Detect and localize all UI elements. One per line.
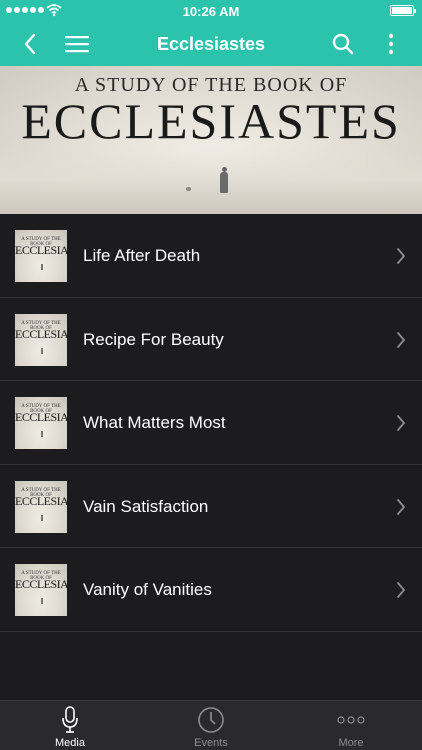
sermon-thumbnail: A STUDY OF THE BOOK OF ECCLESIASTES xyxy=(15,480,67,533)
sermon-thumbnail: A STUDY OF THE BOOK OF ECCLESIASTES xyxy=(15,230,67,282)
microphone-icon xyxy=(62,706,78,733)
tab-media-label: Media xyxy=(55,737,85,749)
hamburger-icon xyxy=(65,36,89,53)
tab-media[interactable]: Media xyxy=(0,701,140,750)
tab-more-label: More xyxy=(338,737,364,749)
search-button[interactable] xyxy=(326,22,360,66)
chevron-right-icon xyxy=(397,415,406,432)
list-item-label: Recipe For Beauty xyxy=(83,329,224,349)
list-item[interactable]: A STUDY OF THE BOOK OF ECCLESIASTES Reci… xyxy=(0,298,422,382)
series-banner: A STUDY OF THE BOOK OF ECCLESIASTES xyxy=(0,66,422,214)
list-item[interactable]: A STUDY OF THE BOOK OF ECCLESIASTES What… xyxy=(0,381,422,465)
list-item[interactable]: A STUDY OF THE BOOK OF ECCLESIASTES Vain… xyxy=(0,465,422,549)
navigation-bar: Ecclesiastes xyxy=(0,22,422,66)
banner-title: ECCLESIASTES xyxy=(21,93,401,149)
status-time: 10:26 AM xyxy=(182,4,240,19)
list-item-label: Life After Death xyxy=(83,246,201,265)
sermon-thumbnail: A STUDY OF THE BOOK OF ECCLESIASTES xyxy=(15,564,67,617)
chevron-right-icon xyxy=(397,498,406,515)
chevron-left-icon xyxy=(24,33,36,55)
walking-figure xyxy=(219,167,229,193)
chevron-right-icon xyxy=(397,248,406,264)
tab-bar: Media Events More xyxy=(0,700,422,750)
battery-icon xyxy=(390,5,416,16)
search-icon xyxy=(332,33,354,55)
sermon-thumbnail: A STUDY OF THE BOOK OF ECCLESIASTES xyxy=(15,397,67,450)
more-options-button[interactable] xyxy=(378,22,404,66)
more-vertical-icon xyxy=(388,33,394,55)
list-item[interactable]: A STUDY OF THE BOOK OF ECCLESIASTES Life… xyxy=(0,214,422,298)
tab-more[interactable]: More xyxy=(281,701,421,750)
clock-icon xyxy=(198,707,224,733)
chevron-right-icon xyxy=(397,582,406,599)
status-bar: 10:26 AM xyxy=(0,0,422,22)
top-bar: 10:26 AM Ecclesiastes xyxy=(0,0,422,66)
more-dots-icon xyxy=(337,716,365,724)
menu-button[interactable] xyxy=(60,22,94,66)
list-item[interactable]: A STUDY OF THE BOOK OF ECCLESIASTES Vani… xyxy=(0,548,422,632)
list-item-label: Vain Satisfaction xyxy=(83,496,209,516)
sermon-thumbnail: A STUDY OF THE BOOK OF ECCLESIASTES xyxy=(15,313,67,366)
list-item-label: Vanity of Vanities xyxy=(83,580,212,600)
tab-events-label: Events xyxy=(194,737,228,749)
chevron-right-icon xyxy=(397,331,406,348)
dog-figure xyxy=(186,187,191,191)
tab-events[interactable]: Events xyxy=(141,701,281,750)
list-item-label: What Matters Most xyxy=(83,413,226,433)
sermon-list: A STUDY OF THE BOOK OF ECCLESIASTES Life… xyxy=(0,214,422,632)
back-button[interactable] xyxy=(14,22,46,66)
